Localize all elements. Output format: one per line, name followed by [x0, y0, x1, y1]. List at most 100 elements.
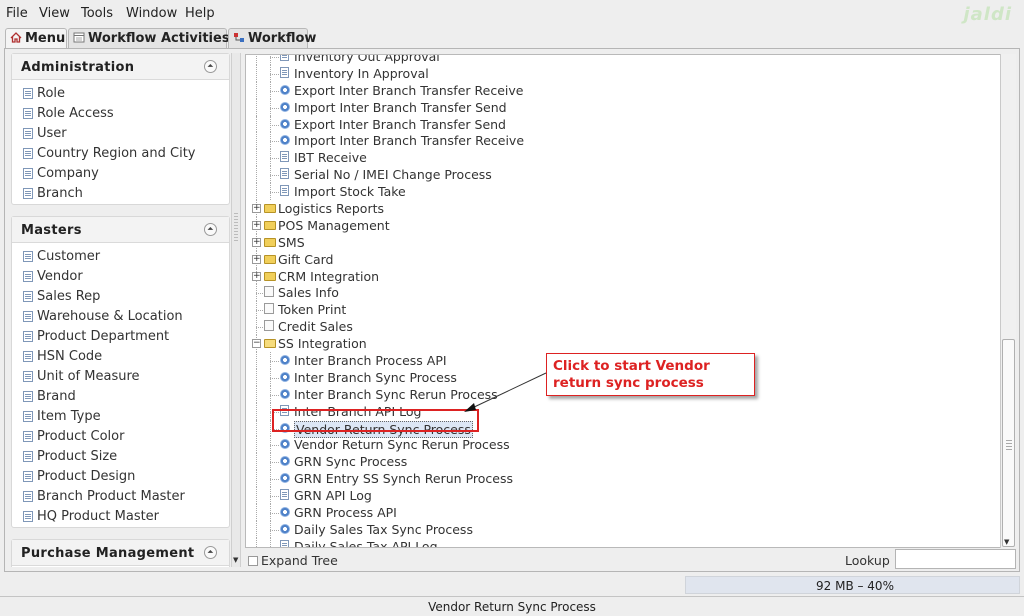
sidebar-item-product-size[interactable]: Product Size	[12, 446, 229, 466]
expand-icon[interactable]: +	[252, 220, 261, 230]
tree-row[interactable]: GRN Sync Process	[246, 453, 1001, 471]
tree-row[interactable]: + SMS	[246, 233, 1001, 251]
scroll-down-arrow-icon[interactable]: ▼	[1004, 538, 1009, 546]
tree-scrollbar[interactable]	[1000, 54, 1016, 548]
sidebar-item-brand[interactable]: Brand	[12, 386, 229, 406]
tree-row[interactable]: Credit Sales	[246, 318, 1001, 336]
scrollbar-thumb[interactable]	[1002, 339, 1015, 547]
sidebar-item-unit-of-measure[interactable]: Unit of Measure	[12, 366, 229, 386]
sidebar-item-product-color[interactable]: Product Color	[12, 426, 229, 446]
sidebar-item-customer[interactable]: Customer	[12, 246, 229, 266]
callout-arrow-icon	[464, 372, 547, 412]
tab-workflow[interactable]: Workflow	[228, 28, 316, 48]
tree-connector	[270, 107, 279, 109]
menu-window[interactable]: Window	[126, 6, 177, 21]
sidebar-item-product-department[interactable]: Product Department	[12, 326, 229, 346]
tree-connector	[270, 496, 279, 498]
menu-file[interactable]: File	[6, 6, 28, 21]
sidebar-item-label: Product Color	[37, 428, 125, 444]
tab-menu[interactable]: Menu	[5, 28, 67, 48]
process-gear-icon	[280, 523, 290, 534]
tree-row[interactable]: Daily Sales Tax Sync Process	[246, 520, 1001, 538]
sidebar-item-product-design[interactable]: Product Design	[12, 466, 229, 486]
sidebar-scrollbar[interactable]	[231, 53, 241, 567]
sidebar-item-sales-rep[interactable]: Sales Rep	[12, 286, 229, 306]
tree-row[interactable]: Inventory Out Approval	[246, 55, 1001, 65]
sidebar-item-label: User	[37, 125, 67, 141]
tree-row[interactable]: Daily Sales Tax API Log	[246, 537, 1001, 547]
sidebar-item-company[interactable]: Company	[12, 163, 229, 183]
expand-tree-checkbox[interactable]: Expand Tree	[248, 553, 338, 568]
tree-row[interactable]: GRN Entry SS Synch Rerun Process	[246, 470, 1001, 488]
sidebar-item-role[interactable]: Role	[12, 83, 229, 103]
tree-connector	[270, 436, 271, 454]
tree-row[interactable]: Sales Info	[246, 284, 1001, 302]
tree-connector	[256, 81, 257, 99]
tree-row[interactable]: + CRM Integration	[246, 267, 1001, 285]
sidebar-item-user[interactable]: User	[12, 123, 229, 143]
tree-connector	[270, 352, 271, 369]
sidebar-item-branch-product-master[interactable]: Branch Product Master	[12, 486, 229, 506]
checkbox-icon	[248, 555, 258, 566]
expand-icon[interactable]: +	[252, 237, 261, 247]
sidebar-item-label: Product Design	[37, 468, 136, 484]
lookup-input[interactable]	[895, 549, 1016, 569]
tree-row-label: Token Print	[278, 302, 347, 318]
scroll-down-arrow-icon[interactable]: ▼	[233, 556, 241, 566]
tree-row-label: GRN Process API	[294, 505, 397, 521]
tree-row[interactable]: Vendor Return Sync Rerun Process	[246, 436, 1001, 454]
sidebar-item-role-access[interactable]: Role Access	[12, 103, 229, 123]
tree-connector	[270, 529, 279, 531]
workflow-icon	[234, 33, 244, 42]
tree-row-label: Logistics Reports	[278, 201, 384, 217]
tree-row[interactable]: Export Inter Branch Transfer Send	[246, 115, 1001, 133]
tree-row[interactable]: Inventory In Approval	[246, 64, 1001, 82]
collapse-icon[interactable]: ⏶	[204, 223, 217, 236]
home-icon	[10, 32, 22, 43]
tree-row[interactable]: Token Print	[246, 301, 1001, 319]
sidebar-item-label: Unit of Measure	[37, 368, 140, 384]
callout-text: Click to start Vendor return sync proces…	[553, 358, 710, 391]
tree-row[interactable]: + Logistics Reports	[246, 200, 1001, 217]
callout-annotation: Click to start Vendor return sync proces…	[546, 353, 755, 396]
tree-row[interactable]: GRN Process API	[246, 504, 1001, 521]
menu-help[interactable]: Help	[185, 6, 215, 21]
tree-row-label: Import Stock Take	[294, 184, 406, 200]
collapse-icon[interactable]: ⏶	[204, 60, 217, 73]
process-gear-icon	[280, 388, 290, 399]
memory-indicator[interactable]: 92 MB – 40%	[685, 576, 1020, 594]
tree-row[interactable]: Export Inter Branch Transfer Receive	[246, 81, 1001, 99]
sidebar-item-vendor[interactable]: Vendor	[12, 266, 229, 286]
section-masters-header[interactable]: Masters ⏶	[12, 217, 229, 243]
tree-row[interactable]: + Gift Card	[246, 250, 1001, 268]
tree-row[interactable]: − SS Integration	[246, 335, 1001, 353]
tree-connector	[256, 368, 257, 386]
menu-tools[interactable]: Tools	[81, 6, 113, 21]
tree-row[interactable]: IBT Receive	[246, 149, 1001, 167]
tab-workflow-activities[interactable]: Workflow Activities: 0	[68, 28, 248, 48]
tree-row[interactable]: Import Stock Take	[246, 183, 1001, 201]
tree-connector	[256, 293, 263, 295]
collapse-icon[interactable]: −	[252, 339, 261, 349]
sidebar-item-warehouse-location[interactable]: Warehouse & Location	[12, 306, 229, 326]
expand-icon[interactable]: +	[252, 271, 261, 281]
menu-view[interactable]: View	[39, 6, 70, 21]
section-purchase-management-header[interactable]: Purchase Management ⏶	[12, 540, 229, 566]
tree-row[interactable]: Import Inter Branch Transfer Send	[246, 98, 1001, 116]
sidebar-item-item-type[interactable]: Item Type	[12, 406, 229, 426]
section-administration-header[interactable]: Administration ⏶	[12, 54, 229, 80]
scroll-grip	[234, 213, 238, 243]
tree-row[interactable]: + POS Management	[246, 216, 1001, 234]
sidebar-item-country-region-city[interactable]: Country Region and City	[12, 143, 229, 163]
menubar: File View Tools Window Help jaldi	[0, 0, 1024, 26]
expand-icon[interactable]: +	[252, 254, 261, 264]
expand-icon[interactable]: +	[252, 204, 261, 214]
tree-row[interactable]: Serial No / IMEI Change Process	[246, 166, 1001, 184]
tree-row[interactable]: GRN API Log	[246, 487, 1001, 505]
tree-row[interactable]: Import Inter Branch Transfer Receive	[246, 132, 1001, 150]
tree-connector	[256, 537, 257, 547]
collapse-icon[interactable]: ⏶	[204, 546, 217, 559]
sidebar-item-branch[interactable]: Branch	[12, 183, 229, 203]
sidebar-item-hsn-code[interactable]: HSN Code	[12, 346, 229, 366]
sidebar-item-hq-product-master[interactable]: HQ Product Master	[12, 506, 229, 526]
